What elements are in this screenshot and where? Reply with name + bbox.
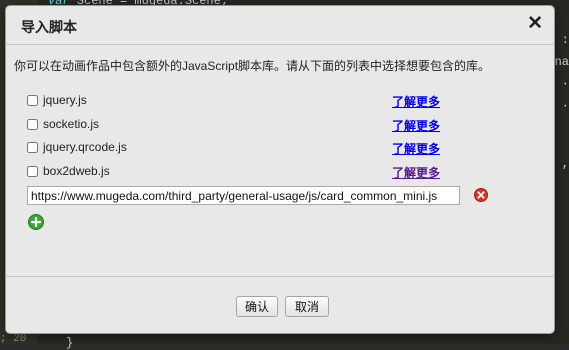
add-url-icon[interactable] [28, 214, 44, 230]
library-row-jquery-qrcode: jquery.qrcode.js 了解更多 [27, 140, 447, 158]
dialog-title: 导入脚本 [21, 19, 77, 35]
learn-more-link[interactable]: 了解更多 [392, 140, 440, 157]
code-fragment: : [561, 33, 569, 47]
remove-url-icon[interactable] [474, 188, 488, 202]
code-fragment: · [561, 99, 569, 113]
library-row-box2dweb: box2dweb.js 了解更多 [27, 164, 447, 182]
custom-script-url-input[interactable] [27, 186, 460, 205]
dialog-titlebar: 导入脚本 ✕ [6, 6, 554, 45]
library-checkbox-socketio[interactable] [27, 119, 38, 130]
library-checkbox-box2dweb[interactable] [27, 166, 38, 177]
library-checkbox-jquery[interactable] [27, 95, 38, 106]
library-name: box2dweb.js [43, 164, 110, 178]
confirm-button[interactable]: 确认 [236, 296, 278, 317]
library-row-socketio: socketio.js 了解更多 [27, 117, 447, 135]
learn-more-link[interactable]: 了解更多 [392, 93, 440, 110]
close-icon[interactable]: ✕ [527, 13, 543, 34]
library-name: socketio.js [43, 117, 100, 131]
code-fragment: na [554, 55, 569, 69]
library-name: jquery.js [43, 93, 87, 107]
library-checkbox-jquery-qrcode[interactable] [27, 142, 38, 153]
learn-more-link[interactable]: 了解更多 [392, 164, 440, 181]
dialog-description: 你可以在动画作品中包含额外的JavaScript脚本库。请从下面的列表中选择想要… [14, 59, 491, 73]
code-line-bottom: } [66, 336, 74, 350]
library-row-jquery: jquery.js 了解更多 [27, 93, 447, 111]
cancel-button[interactable]: 取消 [285, 296, 329, 317]
dialog-footer: 确认 取消 [6, 276, 554, 335]
library-name: jquery.qrcode.js [43, 140, 127, 154]
close-button[interactable]: ✕ [527, 14, 543, 34]
code-fragment: , [561, 157, 569, 171]
learn-more-link[interactable]: 了解更多 [392, 117, 440, 134]
import-script-dialog: 导入脚本 ✕ 你可以在动画作品中包含额外的JavaScript脚本库。请从下面的… [5, 5, 555, 334]
